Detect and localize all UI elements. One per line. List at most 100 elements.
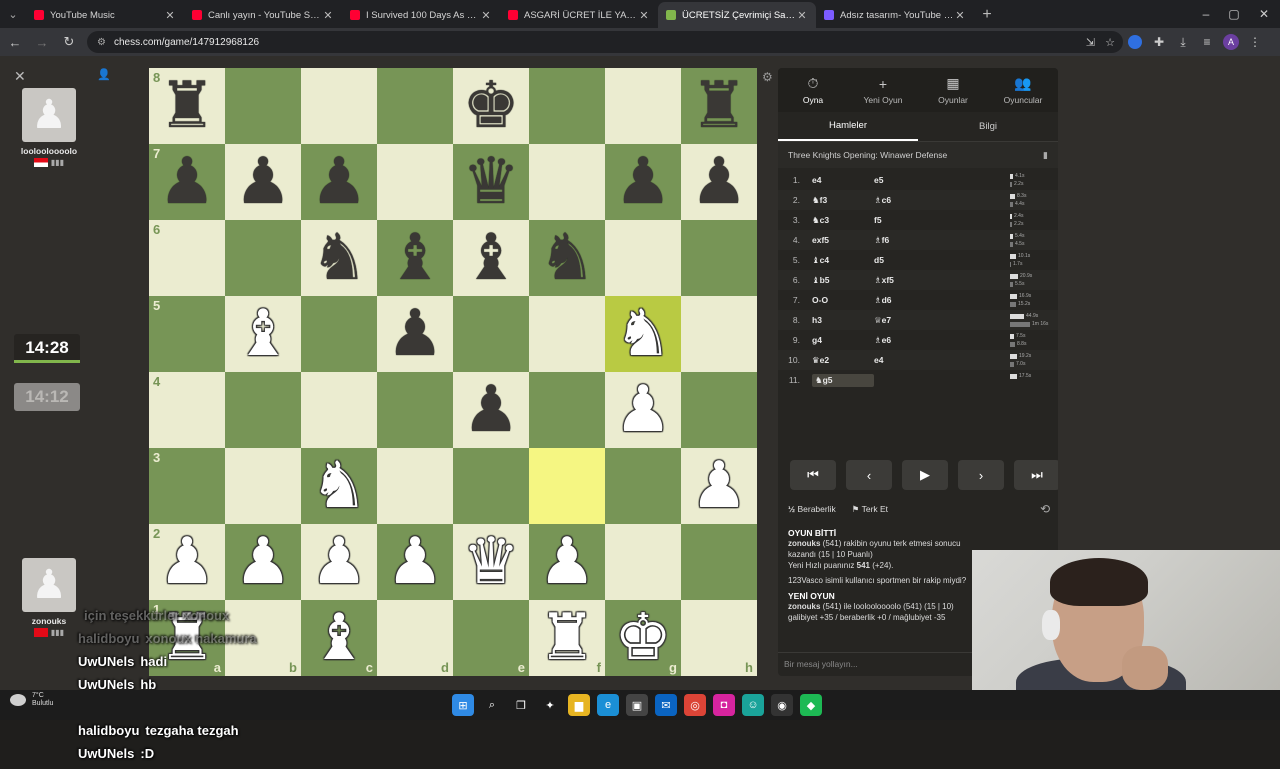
black-move[interactable]: ♗xf5 — [874, 275, 1010, 286]
game-icon[interactable]: ◆ — [800, 694, 822, 716]
square-h8[interactable]: ♜ — [681, 68, 757, 144]
address-bar[interactable]: ⚙ chess.com/game/147912968126 ⇲ ☆ — [87, 31, 1123, 53]
board-settings-icon[interactable]: ⚙ — [762, 70, 773, 84]
browser-tab[interactable]: Adsız tasarım- YouTube Küçük✕ — [816, 2, 974, 28]
square-e6[interactable]: ♝ — [453, 220, 529, 296]
square-f2[interactable]: ♟ — [529, 524, 605, 600]
square-b7[interactable]: ♟ — [225, 144, 301, 220]
extensions-icon[interactable]: ✚ — [1147, 30, 1171, 54]
black-king-icon[interactable]: ♚ — [462, 74, 519, 138]
square-f4[interactable] — [529, 372, 605, 448]
square-c3[interactable]: ♞ — [301, 448, 377, 524]
tab-yeni-oyun[interactable]: + Yeni Oyun — [848, 68, 918, 112]
square-h1[interactable]: h — [681, 600, 757, 676]
square-a3[interactable]: 3 — [149, 448, 225, 524]
black-move[interactable]: f5 — [874, 215, 1010, 225]
close-tab-icon[interactable]: ✕ — [796, 9, 808, 22]
square-a7[interactable]: ♟ 7 — [149, 144, 225, 220]
black-bishop-icon[interactable]: ♝ — [462, 226, 519, 290]
white-knight-icon[interactable]: ♞ — [614, 302, 671, 366]
browser-menu-icon[interactable]: ⋮ — [1243, 30, 1267, 54]
search-icon[interactable]: ⌕ — [481, 694, 503, 716]
square-f7[interactable] — [529, 144, 605, 220]
square-h4[interactable] — [681, 372, 757, 448]
square-b8[interactable] — [225, 68, 301, 144]
new-tab-button[interactable]: + — [974, 2, 1000, 28]
next-move-button[interactable]: › — [958, 460, 1004, 490]
square-e8[interactable]: ♚ — [453, 68, 529, 144]
square-g6[interactable] — [605, 220, 681, 296]
sportsmanship-prompt[interactable]: 123Vasco isimli kullanıcı sportmen bir r… — [788, 576, 978, 587]
square-b4[interactable] — [225, 372, 301, 448]
bottom-player-avatar[interactable]: ♟ — [22, 558, 76, 612]
draw-button[interactable]: ½ Beraberlik — [788, 504, 836, 514]
white-move[interactable]: ♝b5 — [812, 275, 874, 286]
bookmark-star-icon[interactable]: ☆ — [1105, 36, 1115, 49]
book-icon[interactable]: ▮ — [1043, 150, 1048, 161]
white-move[interactable]: ♝c4 — [812, 255, 874, 266]
square-h5[interactable] — [681, 296, 757, 372]
black-bishop-icon[interactable]: ♝ — [386, 226, 443, 290]
edge-icon[interactable]: e — [597, 694, 619, 716]
file-explorer-icon[interactable]: ▆ — [568, 694, 590, 716]
black-move[interactable]: ♗f6 — [874, 235, 1010, 246]
previous-move-button[interactable]: ‹ — [846, 460, 892, 490]
white-move[interactable]: ♛e2 — [812, 355, 874, 366]
black-move[interactable]: ♕e7 — [874, 315, 1010, 326]
task-view-icon[interactable]: ❐ — [510, 694, 532, 716]
square-h6[interactable] — [681, 220, 757, 296]
browser-tab[interactable]: I Survived 100 Days As a BERSE✕ — [342, 2, 500, 28]
outlook-icon[interactable]: ✉ — [655, 694, 677, 716]
white-pawn-icon[interactable]: ♟ — [158, 530, 215, 594]
white-move[interactable]: exf5 — [812, 235, 874, 245]
browser-tab[interactable]: YouTube Music ✕ — [26, 2, 184, 28]
flip-board-icon[interactable]: ⟲ — [1040, 502, 1050, 516]
tab-search-icon[interactable]: ⌄ — [0, 0, 26, 28]
black-pawn-icon[interactable]: ♟ — [386, 302, 443, 366]
white-pawn-icon[interactable]: ♟ — [234, 530, 291, 594]
square-g3[interactable] — [605, 448, 681, 524]
square-b5[interactable]: ♝ — [225, 296, 301, 372]
white-bishop-icon[interactable]: ♝ — [234, 302, 291, 366]
square-c4[interactable] — [301, 372, 377, 448]
white-move[interactable]: ♞f3 — [812, 195, 874, 206]
close-tab-icon[interactable]: ✕ — [164, 9, 176, 22]
square-g7[interactable]: ♟ — [605, 144, 681, 220]
square-d3[interactable] — [377, 448, 453, 524]
black-pawn-icon[interactable]: ♟ — [234, 150, 291, 214]
white-pawn-icon[interactable]: ♟ — [538, 530, 595, 594]
white-rook-icon[interactable]: ♜ — [538, 606, 595, 670]
close-icon[interactable]: ✕ — [14, 68, 26, 85]
square-d8[interactable] — [377, 68, 453, 144]
white-queen-icon[interactable]: ♛ — [462, 530, 519, 594]
black-move[interactable]: d5 — [874, 255, 1010, 265]
back-icon[interactable]: ← — [3, 30, 27, 54]
top-player-name[interactable]: loolooloooolo — [14, 146, 84, 156]
black-pawn-icon[interactable]: ♟ — [614, 150, 671, 214]
black-move[interactable]: e5 — [874, 175, 1010, 185]
white-knight-icon[interactable]: ♞ — [310, 454, 367, 518]
white-king-icon[interactable]: ♚ — [614, 606, 671, 670]
tab-oyna[interactable]: ⏱ Oyna — [778, 68, 848, 112]
black-move[interactable]: e4 — [874, 355, 1010, 365]
black-pawn-icon[interactable]: ♟ — [158, 150, 215, 214]
square-e2[interactable]: ♛ — [453, 524, 529, 600]
tab-info[interactable]: Bilgi — [918, 112, 1058, 141]
white-move[interactable]: h3 — [812, 315, 874, 325]
white-pawn-icon[interactable]: ♟ — [690, 454, 747, 518]
reload-icon[interactable]: ↻ — [57, 30, 81, 54]
black-rook-icon[interactable]: ♜ — [690, 74, 747, 138]
bottom-player-name[interactable]: zonouks — [14, 616, 84, 626]
store-icon[interactable]: ▣ — [626, 694, 648, 716]
square-d2[interactable]: ♟ — [377, 524, 453, 600]
square-f1[interactable]: ♜ f — [529, 600, 605, 676]
bottom-player[interactable]: ♟ zonouks ▮▮▮ — [14, 558, 84, 638]
square-d1[interactable]: d — [377, 600, 453, 676]
top-player-avatar[interactable]: ♟ — [22, 88, 76, 142]
first-move-button[interactable]: ⏮ — [790, 460, 836, 490]
close-tab-icon[interactable]: ✕ — [638, 9, 650, 22]
white-move[interactable]: ♞g5 — [812, 373, 874, 387]
black-pawn-icon[interactable]: ♟ — [690, 150, 747, 214]
extension-g-icon[interactable] — [1123, 30, 1147, 54]
black-knight-icon[interactable]: ♞ — [310, 226, 367, 290]
